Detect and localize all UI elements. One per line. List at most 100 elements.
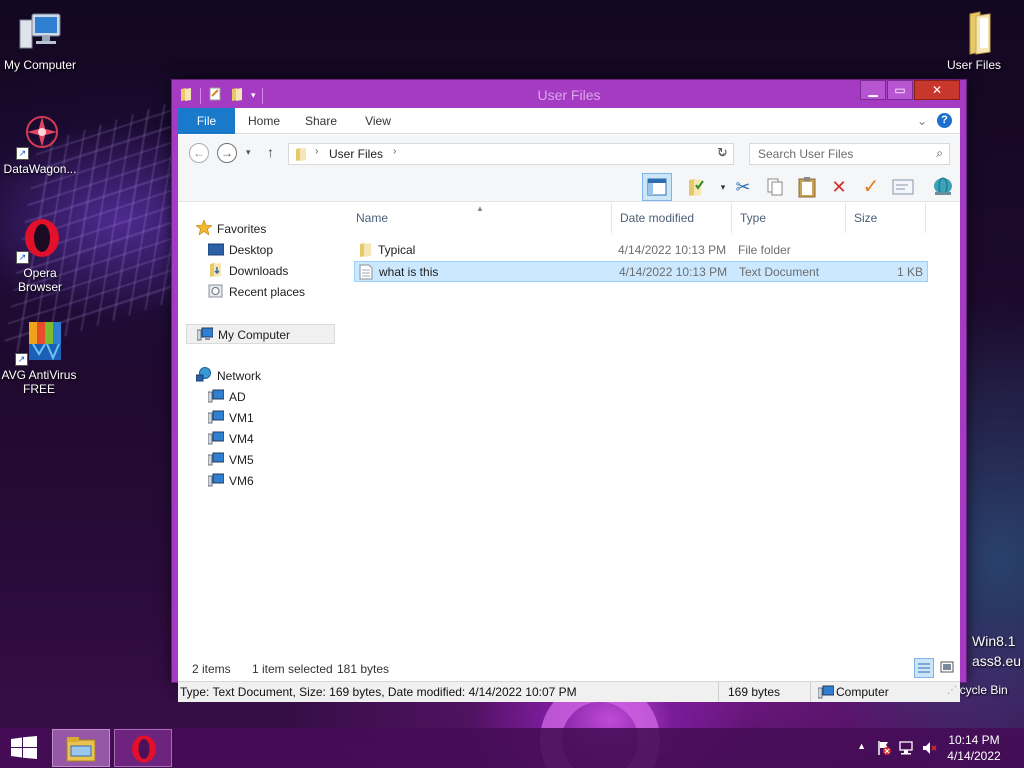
help-icon[interactable]: ? [937,113,952,128]
nav-my-computer[interactable]: My Computer [186,324,335,344]
checkmark-icon: ✓ [862,176,880,198]
network-globe-icon [195,367,212,382]
start-button[interactable] [10,736,38,760]
search-box[interactable]: ⌕ [749,143,950,165]
nav-network[interactable]: Network [195,366,261,386]
column-header-type[interactable]: Type [732,203,846,233]
status-bar-summary: 2 items 1 item selected 181 bytes [178,657,960,681]
file-date-modified: 4/14/2022 10:13 PM [618,243,727,257]
file-explorer-icon [65,735,97,766]
search-icon[interactable]: ⌕ [936,146,943,161]
column-header-date-modified[interactable]: Date modified [612,203,732,233]
windows-logo-icon [10,736,38,763]
nav-label: VM6 [229,474,254,488]
refresh-icon: ↻ [717,145,728,160]
window-title: User Files [537,87,601,103]
network-globe-button[interactable] [930,174,956,200]
address-bar[interactable]: › User Files › ⌄ [288,143,734,165]
network-tray-icon[interactable] [898,740,914,759]
selection-count: 1 item selected [252,662,333,676]
datawagon-icon: ↗ [16,112,64,160]
details-view-button[interactable] [914,658,934,678]
nav-item-recent-places[interactable]: Recent places [208,282,305,302]
recent-locations-dropdown[interactable]: ▾ [246,147,251,158]
search-input[interactable] [750,144,920,164]
cut-button[interactable]: ✂ [730,174,756,200]
column-header-size[interactable]: Size [846,203,926,233]
computer-icon [16,8,64,56]
back-button[interactable]: ← [189,143,209,163]
command-toolbar: ▾ ✂ ✕ ✓ [178,171,960,202]
rename-button[interactable]: ✓ [858,174,884,200]
downloads-folder-icon [208,262,224,277]
window-titlebar[interactable]: ▾ User Files ▁ ▭ ✕ [172,80,966,108]
desktop-icon-my-computer[interactable]: My Computer [0,8,80,72]
preview-pane-button[interactable] [642,173,672,201]
selection-size: 181 bytes [337,662,390,676]
tab-view[interactable]: View [358,108,398,134]
nav-item-network-vm1[interactable]: VM1 [207,408,254,428]
delete-button[interactable]: ✕ [826,174,852,200]
maximize-button[interactable]: ▭ [887,80,913,100]
minimize-button[interactable]: ▁ [860,80,886,100]
nav-label: AD [229,390,246,404]
network-computer-icon [207,389,225,403]
nav-item-network-vm6[interactable]: VM6 [207,471,254,491]
desktop-icon-user-files[interactable]: User Files [934,8,1014,72]
watermark-line: Win8.1 [972,633,1016,649]
desktop-icon-avg[interactable]: ↗ AVG AntiVirus FREE [0,318,79,396]
tab-home[interactable]: Home [240,108,288,134]
ribbon-tabs: File Home Share View ⌄ ? [178,108,960,134]
location-zone: Computer [836,685,889,699]
up-button[interactable]: ↑ [267,144,274,160]
minimize-icon: ▁ [868,83,878,97]
show-hidden-icons-button[interactable]: ▲ [857,741,866,751]
breadcrumb-user-files[interactable]: User Files [329,147,383,161]
nav-favorites[interactable]: Favorites [195,219,266,239]
desktop-icon-label: Opera Browser [17,266,62,294]
clock-date: 4/14/2022 [947,749,1001,763]
taskbar-file-explorer-button[interactable] [52,729,110,767]
forward-button[interactable]: → [217,143,237,163]
tab-file[interactable]: File [178,108,235,134]
breadcrumb-separator-icon[interactable]: › [393,146,396,157]
file-row-typical[interactable]: Typical 4/14/2022 10:13 PM File folder [354,240,928,261]
refresh-button[interactable]: ↻ [717,145,728,161]
star-icon [195,219,213,236]
chevron-up-icon: ▲ [857,741,866,751]
copy-button[interactable] [762,174,788,200]
taskbar: ▲ 10:14 PM 4/14/2022 [0,728,1024,768]
nav-item-downloads[interactable]: Downloads [208,261,288,281]
desktop-icon-datawagon[interactable]: ↗ DataWagon... [0,112,80,176]
taskbar-opera-button[interactable] [114,729,172,767]
expand-ribbon-chevron-icon[interactable]: ⌄ [917,114,927,128]
volume-muted-icon[interactable] [922,740,938,759]
move-to-button[interactable] [682,174,708,200]
properties-button[interactable] [890,174,916,200]
details-view-icon [915,663,933,680]
resize-grip-icon[interactable]: ⋰ [947,685,957,696]
properties-icon [892,179,914,199]
file-name: Typical [378,243,416,257]
close-button[interactable]: ✕ [914,80,960,100]
breadcrumb-separator-icon[interactable]: › [315,146,318,157]
nav-label: Recent places [229,285,306,299]
file-type: Text Document [739,265,820,279]
taskbar-clock[interactable]: 10:14 PM 4/14/2022 [942,732,1006,764]
folder-icon [293,146,309,165]
nav-item-desktop[interactable]: Desktop [207,240,273,260]
forward-arrow-icon: → [221,146,233,160]
file-row-what-is-this[interactable]: what is this 4/14/2022 10:13 PM Text Doc… [354,261,928,282]
paste-button[interactable] [794,174,820,200]
desktop-icon-opera[interactable]: ↗ Opera Browser [0,216,80,294]
nav-item-network-vm5[interactable]: VM5 [207,450,254,470]
selected-item-size: 169 bytes [728,685,781,699]
tab-share[interactable]: Share [300,108,342,134]
large-icons-view-button[interactable] [938,658,958,678]
action-center-flag-icon[interactable] [876,740,892,759]
nav-item-network-vm4[interactable]: VM4 [207,429,254,449]
explorer-window[interactable]: ▾ User Files ▁ ▭ ✕ File Home Share View … [171,79,967,702]
status-divider [810,682,811,702]
nav-item-network-ad[interactable]: AD [207,387,246,407]
delete-x-icon: ✕ [831,177,847,197]
